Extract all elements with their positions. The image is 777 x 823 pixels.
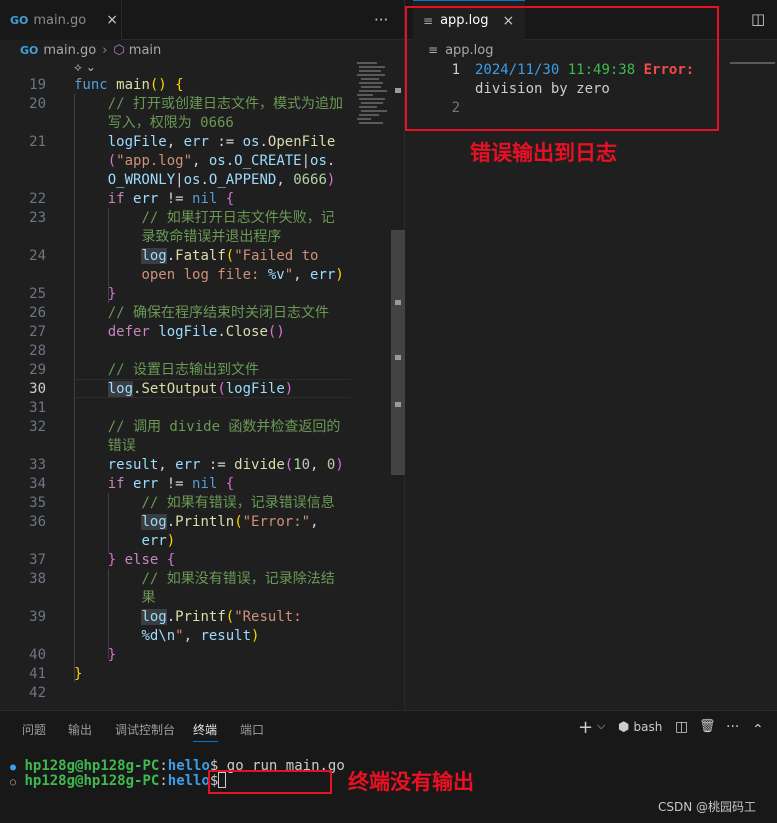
scroll-marker xyxy=(395,402,401,407)
shell-label: bash xyxy=(633,720,663,734)
code-line[interactable]: 32 // 调用 divide 函数并检查返回的 xyxy=(0,418,392,437)
code-line[interactable]: open log file: %v", err) xyxy=(0,266,392,285)
go-file-icon: GO xyxy=(20,43,39,57)
chevron-up-icon[interactable]: ⌃ xyxy=(752,722,764,738)
code-line[interactable]: 29 // 设置日志输出到文件 xyxy=(0,361,392,380)
code-line[interactable]: 25 } xyxy=(0,285,392,304)
code-line[interactable]: 22 if err != nil { xyxy=(0,190,392,209)
code-line[interactable]: 27 defer logFile.Close() xyxy=(0,323,392,342)
code-line[interactable]: 写入，权限为 0666 xyxy=(0,114,392,133)
split-editor-icon[interactable]: ◫ xyxy=(751,10,765,28)
code-line[interactable]: 34 if err != nil { xyxy=(0,475,392,494)
breadcrumb: GO main.go › ⬡ main xyxy=(20,40,400,60)
code-line[interactable]: 31 xyxy=(0,399,392,418)
code-line[interactable]: 41} xyxy=(0,665,392,684)
code-line[interactable]: 36 log.Println("Error:", xyxy=(0,513,392,532)
chevron-down-icon[interactable]: ⌵ xyxy=(597,719,605,733)
code-line[interactable]: 录致命错误并退出程序 xyxy=(0,228,392,247)
sticky-scroll-hint: ⟡ ⌄ xyxy=(74,60,96,74)
code-line[interactable]: O_WRONLY|os.O_APPEND, 0666) xyxy=(0,171,392,190)
code-line[interactable]: ("app.log", os.O_CREATE|os. xyxy=(0,152,392,171)
code-line[interactable]: 28 xyxy=(0,342,392,361)
code-line[interactable]: 40 } xyxy=(0,646,392,665)
shell-icon: ⬢ xyxy=(618,720,630,735)
add-terminal-icon[interactable]: + xyxy=(578,717,593,738)
code-line[interactable]: 33 result, err := divide(10, 0) xyxy=(0,456,392,475)
scroll-marker xyxy=(395,355,401,360)
tab-terminal[interactable]: 终端 xyxy=(193,721,217,738)
annotation-terminal-no-output: 终端没有输出 xyxy=(348,770,474,794)
code-line[interactable]: 35 // 如果有错误，记录错误信息 xyxy=(0,494,392,513)
code-line[interactable]: %d\n", result) xyxy=(0,627,392,646)
tab-problems[interactable]: 问题 xyxy=(22,721,46,738)
tab-main-go[interactable]: GO main.go × xyxy=(0,0,122,40)
tab-label: main.go xyxy=(33,12,87,28)
scroll-marker xyxy=(395,88,401,93)
tab-ports[interactable]: 端口 xyxy=(240,721,264,738)
breadcrumb-symbol[interactable]: main xyxy=(129,43,161,58)
minimap[interactable] xyxy=(355,60,390,140)
tab-debug-console[interactable]: 调试控制台 xyxy=(115,721,175,738)
code-line[interactable]: 38 // 如果没有错误，记录除法结 xyxy=(0,570,392,589)
code-line[interactable]: 果 xyxy=(0,589,392,608)
code-line[interactable]: 30 log.SetOutput(logFile) xyxy=(0,380,392,399)
trash-icon[interactable]: 🗑 xyxy=(699,719,716,734)
chevron-right-icon: › xyxy=(102,42,108,58)
active-tab-indicator xyxy=(193,741,218,742)
terminal-line-2[interactable]: ○ hp128g@hp128g-PC:hello$ xyxy=(10,772,227,792)
code-line[interactable]: 37 } else { xyxy=(0,551,392,570)
close-icon[interactable]: × xyxy=(106,12,118,28)
terminal-profile[interactable]: ⬢ bash xyxy=(618,720,662,735)
code-line[interactable]: 42 xyxy=(0,684,392,703)
code-line[interactable]: 23 // 如果打开日志文件失败，记 xyxy=(0,209,392,228)
watermark: CSDN @桃园码工 xyxy=(658,800,757,814)
code-line[interactable]: 26 // 确保在程序结束时关闭日志文件 xyxy=(0,304,392,323)
more-actions-icon[interactable]: ··· xyxy=(726,719,739,735)
code-line[interactable]: 20 // 打开或创建日志文件，模式为追加 xyxy=(0,95,392,114)
log-highlight-box xyxy=(405,6,719,131)
editor-scrollbar[interactable] xyxy=(391,230,405,475)
breadcrumb-file[interactable]: main.go xyxy=(43,43,96,58)
split-terminal-icon[interactable]: ◫ xyxy=(675,719,688,735)
terminal-highlight-box xyxy=(208,770,332,794)
cube-icon: ⬡ xyxy=(113,42,125,58)
annotation-log-output: 错误输出到日志 xyxy=(470,141,617,165)
code-line[interactable]: 19 func main() { xyxy=(0,76,392,95)
go-file-icon: GO xyxy=(10,13,29,27)
code-line[interactable]: 错误 xyxy=(0,437,392,456)
code-line[interactable]: 39 log.Printf("Result: xyxy=(0,608,392,627)
more-actions-icon[interactable]: ··· xyxy=(374,11,388,29)
code-line[interactable]: 24 log.Fatalf("Failed to xyxy=(0,247,392,266)
tab-output[interactable]: 输出 xyxy=(68,721,92,738)
minimap-line xyxy=(730,62,775,64)
scroll-marker xyxy=(395,300,401,305)
left-tab-bar: GO main.go × ··· xyxy=(0,0,405,40)
command-pending-icon: ○ xyxy=(10,777,17,788)
code-line[interactable]: err) xyxy=(0,532,392,551)
code-line[interactable]: 21 logFile, err := os.OpenFile xyxy=(0,133,392,152)
